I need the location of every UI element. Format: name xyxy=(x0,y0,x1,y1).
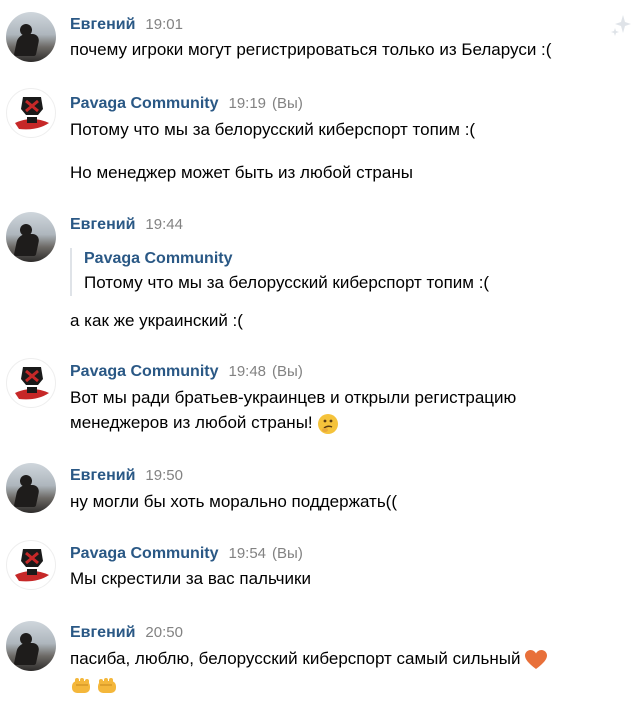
author-name[interactable]: Евгений 19:50 xyxy=(70,467,183,485)
message-time: 20:50 xyxy=(145,624,183,641)
quoted-message[interactable]: Pavaga Community Потому что мы за белору… xyxy=(70,248,489,296)
message-text: Мы скрестили за вас пальчики xyxy=(70,569,311,588)
avatar[interactable] xyxy=(6,540,56,590)
avatar[interactable] xyxy=(6,88,56,138)
author-label[interactable]: Евгений xyxy=(70,624,135,641)
quote-author[interactable]: Pavaga Community xyxy=(84,248,489,270)
message-text: Вот мы ради братьев-украинцев и открыли … xyxy=(70,388,517,407)
avatar[interactable] xyxy=(6,212,56,262)
fist-bump-emoji xyxy=(72,677,90,693)
message-text: пасиба, люблю, белорусский киберспорт са… xyxy=(70,649,521,668)
author-name[interactable]: Евгений 19:01 xyxy=(70,16,183,34)
fist-bump-emoji xyxy=(98,677,116,693)
avatar[interactable] xyxy=(6,621,56,671)
message-text: ну могли бы хоть морально поддержать(( xyxy=(70,492,398,511)
message-text: менеджеров из любой страны! xyxy=(70,413,313,432)
message-text: Но менеджер может быть из любой страны xyxy=(70,163,413,182)
message-time: 19:19 xyxy=(228,95,267,112)
author-name[interactable]: Pavaga Community 19:19 (Вы) xyxy=(70,95,303,113)
author-name[interactable]: Pavaga Community 19:48 (Вы) xyxy=(70,363,303,381)
message-time: 19:48 xyxy=(228,363,267,380)
avatar[interactable] xyxy=(6,463,56,513)
message-time: 19:54 xyxy=(228,545,267,562)
emoji-line xyxy=(70,673,118,697)
message-text-line: менеджеров из любой страны! xyxy=(70,411,339,435)
community-logo-icon xyxy=(15,97,49,130)
message-text: почему игроки могут регистрироваться тол… xyxy=(70,40,552,59)
message-text: а как же украинский :( xyxy=(70,311,243,330)
author-name[interactable]: Евгений 19:44 xyxy=(70,216,183,234)
message-text: Потому что мы за белорусский киберспорт … xyxy=(70,120,476,139)
author-label[interactable]: Евгений xyxy=(70,216,135,233)
author-label[interactable]: Евгений xyxy=(70,467,135,484)
author-name[interactable]: Евгений 20:50 xyxy=(70,624,183,642)
owner-tag: (Вы) xyxy=(272,545,303,562)
message-time: 19:44 xyxy=(145,216,183,233)
author-label[interactable]: Pavaga Community xyxy=(70,545,218,562)
orange-heart-emoji xyxy=(525,649,548,669)
author-label[interactable]: Pavaga Community xyxy=(70,95,218,112)
thinking-face-emoji xyxy=(318,413,339,434)
quote-text: Потому что мы за белорусский киберспорт … xyxy=(84,273,490,292)
avatar[interactable] xyxy=(6,358,56,408)
community-logo-icon xyxy=(15,367,49,400)
sparkle-icon[interactable] xyxy=(610,14,632,36)
message-time: 19:50 xyxy=(145,467,183,484)
community-logo-icon xyxy=(15,549,49,582)
owner-tag: (Вы) xyxy=(272,363,303,380)
message-time: 19:01 xyxy=(145,16,183,33)
message-text-line: пасиба, люблю, белорусский киберспорт са… xyxy=(70,647,548,671)
avatar[interactable] xyxy=(6,12,56,62)
author-name[interactable]: Pavaga Community 19:54 (Вы) xyxy=(70,545,303,563)
author-label[interactable]: Pavaga Community xyxy=(70,363,218,380)
author-label[interactable]: Евгений xyxy=(70,16,135,33)
owner-tag: (Вы) xyxy=(272,95,303,112)
